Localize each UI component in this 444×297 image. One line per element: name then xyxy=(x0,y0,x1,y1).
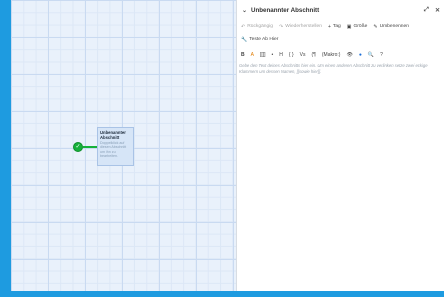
rename-label: Umbenennen xyxy=(379,24,409,29)
passage-excerpt: Doppelklick auf diesen Abschnitt um ihn … xyxy=(100,141,127,158)
size-label: Größe xyxy=(353,24,368,29)
list-button[interactable]: • xyxy=(272,52,274,58)
color-button[interactable]: A xyxy=(251,52,254,58)
size-icon: ▣ xyxy=(346,23,352,30)
dialog-toolbar-secondary: 🔧 Teste Ab Hier xyxy=(237,33,444,46)
rename-button[interactable]: ✎ Umbenennen xyxy=(373,24,409,30)
passage-edit-dialog: ⌄ Unbenannter Abschnitt ⤢ ✕ ↶ Rückgängig… xyxy=(236,0,444,291)
expand-icon[interactable]: ⤢ xyxy=(424,7,429,14)
test-from-here-button[interactable]: 🔧 Teste Ab Hier xyxy=(241,37,278,43)
passage-card[interactable]: Unbenannter Abschnitt Doppelklick auf di… xyxy=(97,127,134,166)
search-icon[interactable]: 🔍 xyxy=(368,52,374,58)
undo-icon: ↶ xyxy=(241,23,246,30)
wrench-icon: 🔧 xyxy=(241,36,248,43)
comment-icon[interactable]: ● xyxy=(359,52,362,58)
redo-button[interactable]: ↷ Wiederherstellen xyxy=(279,24,322,30)
close-icon[interactable]: ✕ xyxy=(435,7,440,14)
start-passage-marker: ✓ xyxy=(73,142,83,152)
size-button[interactable]: ▣ Größe xyxy=(347,24,368,30)
undo-button[interactable]: ↶ Rückgängig xyxy=(241,24,273,30)
heading-button[interactable]: H xyxy=(279,52,283,58)
dialog-header: ⌄ Unbenannter Abschnitt ⤢ ✕ xyxy=(237,0,444,20)
vars-button[interactable]: Vs xyxy=(300,52,306,58)
plus-icon: + xyxy=(327,23,331,30)
redo-label: Wiederherstellen xyxy=(285,24,322,29)
dialog-title: Unbenannter Abschnitt xyxy=(251,6,320,14)
bold-button[interactable]: B xyxy=(241,52,245,58)
rename-icon: ✎ xyxy=(373,23,378,30)
passage-title: Unbenannter Abschnitt xyxy=(100,130,126,140)
start-link-line xyxy=(83,146,98,148)
braces-button[interactable]: { } xyxy=(289,52,294,58)
harlowe-format-toolbar: B A [[]] • H { } Vs (¶ (Makro:) 👁 ● 🔍 ? xyxy=(237,48,444,62)
eye-icon[interactable]: 👁 xyxy=(346,52,352,58)
redo-icon: ↷ xyxy=(279,23,284,30)
macro-button[interactable]: (Makro:) xyxy=(322,52,341,58)
bottom-bar xyxy=(0,291,444,297)
undo-label: Rückgängig xyxy=(247,24,274,29)
help-icon[interactable]: ? xyxy=(380,52,383,58)
chevron-down-icon[interactable]: ⌄ xyxy=(242,7,251,14)
link-button[interactable]: [[]] xyxy=(260,52,266,58)
test-from-here-label: Teste Ab Hier xyxy=(249,37,279,42)
hooks-button[interactable]: (¶ xyxy=(312,52,316,58)
passage-text-editor[interactable]: Gebe den Text deines Abschnitts hier ein… xyxy=(237,63,444,74)
story-map-canvas[interactable]: ✓ Unbenannter Abschnitt Doppelklick auf … xyxy=(11,0,236,291)
dialog-toolbar: ↶ Rückgängig ↷ Wiederherstellen + Tag ▣ … xyxy=(237,20,444,33)
rocket-icon: ✓ xyxy=(75,144,81,150)
tag-label: Tag xyxy=(332,24,341,29)
tag-button[interactable]: + Tag xyxy=(328,24,341,30)
